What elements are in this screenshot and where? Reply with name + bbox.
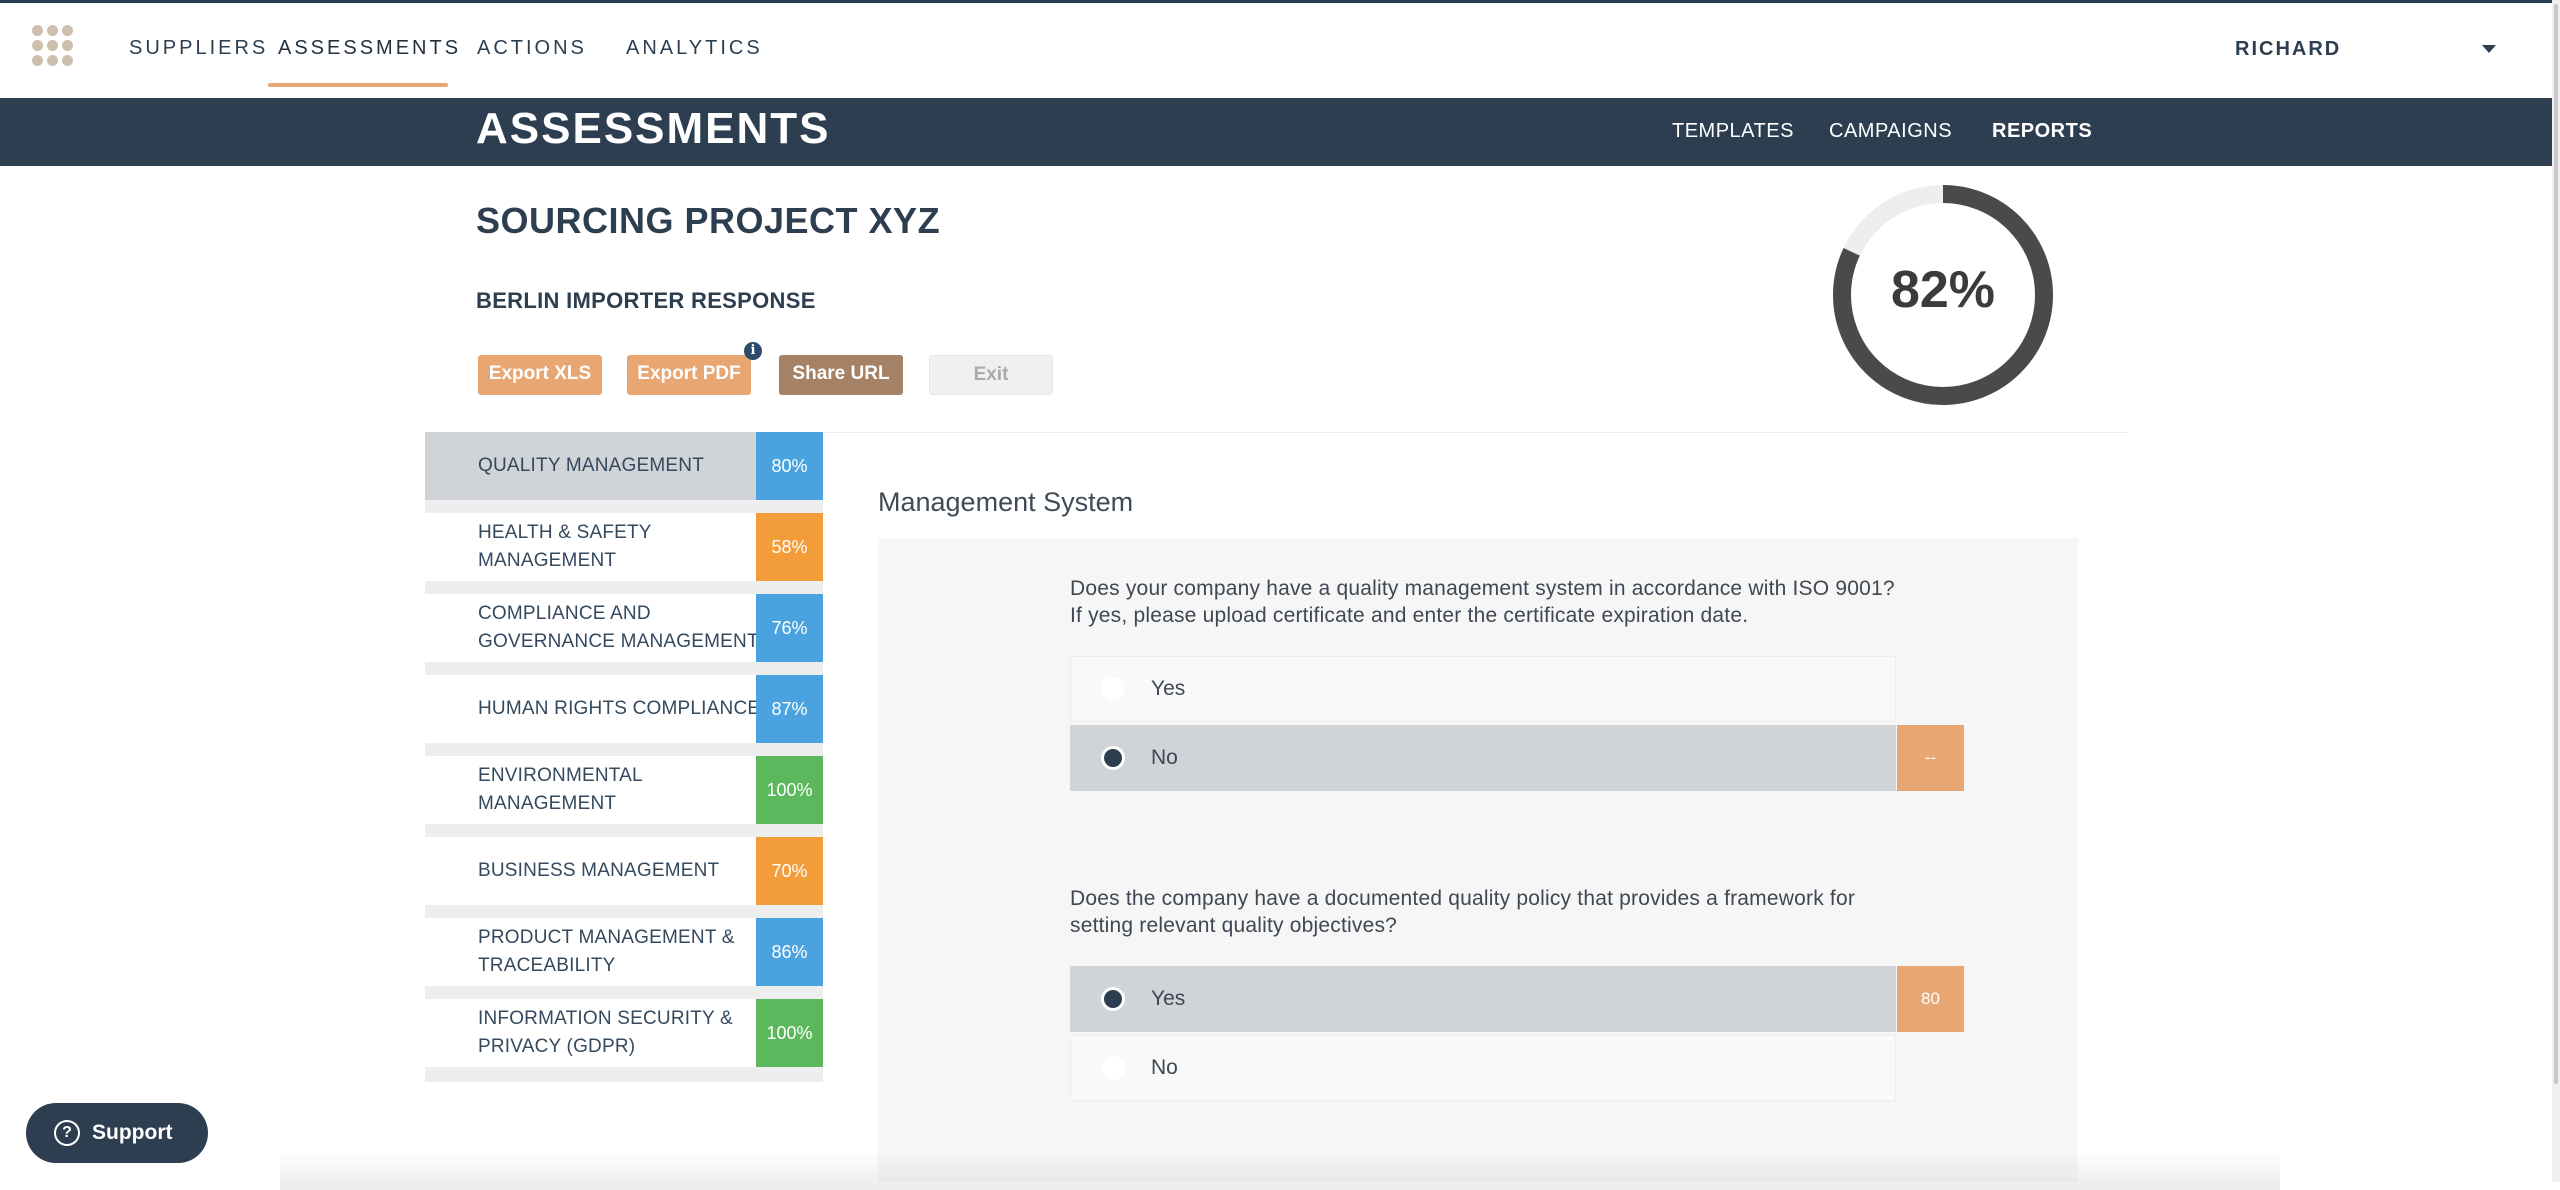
bottom-fade	[280, 1150, 2280, 1190]
nav-actions[interactable]: ACTIONS	[477, 37, 587, 60]
help-icon: ?	[54, 1120, 80, 1146]
answer-option-yes[interactable]: Yes	[1070, 966, 1896, 1032]
tab-templates[interactable]: TEMPLATES	[1672, 120, 1794, 143]
category-score-badge: 70%	[756, 837, 823, 905]
category-label: INFORMATION SECURITY & PRIVACY (GDPR)	[478, 1008, 733, 1057]
nav-assessments[interactable]: ASSESSMENTS	[278, 37, 461, 60]
category-label: PRODUCT MANAGEMENT & TRACEABILITY	[478, 927, 735, 976]
category-label: HEALTH & SAFETY MANAGEMENT	[478, 522, 652, 571]
category-information-security[interactable]: INFORMATION SECURITY & PRIVACY (GDPR) 10…	[425, 999, 823, 1067]
category-list: QUALITY MANAGEMENT 80% HEALTH & SAFETY M…	[425, 432, 823, 1082]
category-score-badge: 100%	[756, 999, 823, 1067]
response-title: BERLIN IMPORTER RESPONSE	[476, 288, 816, 313]
nav-analytics[interactable]: ANALYTICS	[626, 37, 763, 60]
project-title: SOURCING PROJECT XYZ	[476, 200, 941, 241]
category-human-rights[interactable]: HUMAN RIGHTS COMPLIANCE 87%	[425, 675, 823, 743]
category-score-badge: 86%	[756, 918, 823, 986]
page-title: ASSESSMENTS	[476, 104, 831, 153]
logo-icon[interactable]	[32, 25, 88, 81]
answer-option-no[interactable]: No	[1070, 725, 1896, 791]
category-quality-management[interactable]: QUALITY MANAGEMENT 80%	[425, 432, 823, 500]
active-nav-indicator	[268, 83, 448, 87]
category-health-safety[interactable]: HEALTH & SAFETY MANAGEMENT 58%	[425, 513, 823, 581]
category-score-badge: 58%	[756, 513, 823, 581]
share-url-button[interactable]: Share URL	[779, 355, 903, 395]
category-label: ENVIRONMENTAL MANAGEMENT	[478, 765, 643, 814]
chevron-down-icon[interactable]	[2482, 45, 2496, 53]
support-button[interactable]: ? Support	[26, 1103, 208, 1163]
question-text: Does the company have a documented quali…	[1070, 887, 1856, 937]
category-label: HUMAN RIGHTS COMPLIANCE	[478, 698, 761, 719]
support-label: Support	[92, 1121, 173, 1144]
radio-button-selected[interactable]	[1101, 746, 1125, 770]
option-label: No	[1151, 746, 1178, 769]
radio-button[interactable]	[1101, 677, 1125, 701]
scrollbar-thumb[interactable]	[2554, 4, 2558, 1084]
category-label: COMPLIANCE AND GOVERNANCE MANAGEMENT	[478, 603, 759, 652]
top-navigation-bar: SUPPLIERS ASSESSMENTS ACTIONS ANALYTICS …	[0, 0, 2552, 98]
section-title: Management System	[878, 487, 1134, 517]
option-label: No	[1151, 1056, 1178, 1079]
category-label: QUALITY MANAGEMENT	[478, 455, 705, 476]
export-pdf-button[interactable]: Export PDF	[627, 355, 751, 395]
section-header-bar: ASSESSMENTS TEMPLATES CAMPAIGNS REPORTS	[0, 98, 2552, 166]
exit-button[interactable]: Exit	[929, 355, 1053, 395]
answer-score-badge: 80	[1897, 966, 1964, 1032]
overall-score-value: 82%	[1890, 261, 1996, 319]
category-score-badge: 87%	[756, 675, 823, 743]
tab-campaigns[interactable]: CAMPAIGNS	[1829, 120, 1952, 143]
category-score-badge: 76%	[756, 594, 823, 662]
option-label: Yes	[1151, 987, 1186, 1010]
category-business-management[interactable]: BUSINESS MANAGEMENT 70%	[425, 837, 823, 905]
info-icon[interactable]: i	[744, 342, 762, 360]
export-xls-button[interactable]: Export XLS	[478, 355, 602, 395]
category-environmental[interactable]: ENVIRONMENTAL MANAGEMENT 100%	[425, 756, 823, 824]
category-score-badge: 100%	[756, 756, 823, 824]
question-text: Does your company have a quality managem…	[1070, 577, 1895, 627]
answer-score-badge: --	[1897, 725, 1964, 791]
radio-button[interactable]	[1101, 1056, 1125, 1080]
category-compliance-governance[interactable]: COMPLIANCE AND GOVERNANCE MANAGEMENT 76%	[425, 594, 823, 662]
answer-option-no[interactable]: No	[1070, 1035, 1896, 1101]
category-label: BUSINESS MANAGEMENT	[478, 860, 720, 881]
answer-option-yes[interactable]: Yes	[1070, 656, 1896, 722]
radio-button-selected[interactable]	[1101, 987, 1125, 1011]
tab-reports[interactable]: REPORTS	[1992, 120, 2092, 143]
category-score-badge: 80%	[756, 432, 823, 500]
option-label: Yes	[1151, 677, 1186, 700]
nav-suppliers[interactable]: SUPPLIERS	[129, 37, 268, 60]
category-product-traceability[interactable]: PRODUCT MANAGEMENT & TRACEABILITY 86%	[425, 918, 823, 986]
user-menu[interactable]: RICHARD	[2235, 38, 2341, 61]
